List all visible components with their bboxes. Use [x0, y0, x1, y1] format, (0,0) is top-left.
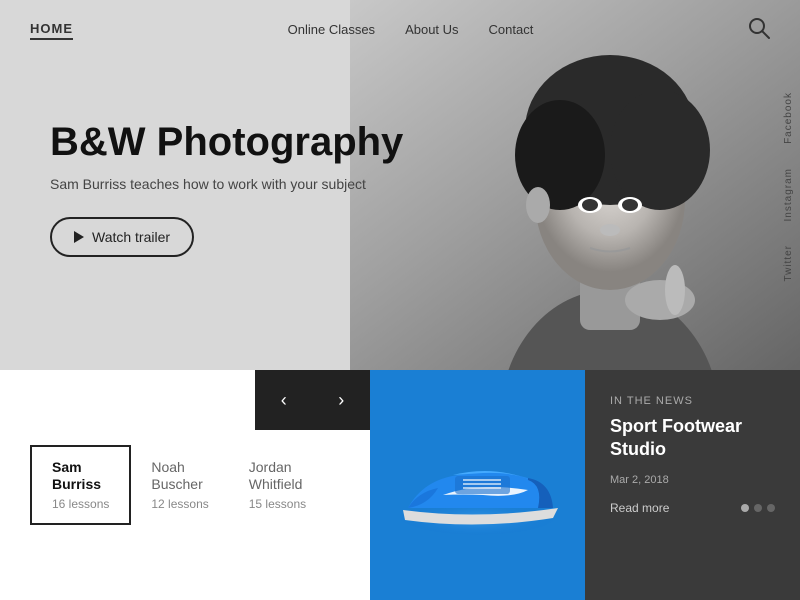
- search-icon[interactable]: [748, 17, 770, 44]
- dot-3[interactable]: [767, 504, 775, 512]
- instructor-name-2: JordanWhitfield: [249, 459, 306, 493]
- watch-trailer-label: Watch trailer: [92, 229, 170, 245]
- product-panel: [370, 370, 585, 600]
- instructor-lessons-1: 12 lessons: [151, 497, 208, 511]
- nav-contact[interactable]: Contact: [489, 22, 534, 37]
- bottom-section: SamBurriss 16 lessons NoahBuscher 12 les…: [0, 370, 800, 600]
- hero-title: B&W Photography: [50, 120, 403, 164]
- news-date: Mar 2, 2018: [610, 474, 775, 486]
- shoe-image: [383, 430, 573, 540]
- hero-subtitle: Sam Burriss teaches how to work with you…: [50, 176, 403, 192]
- news-footer: Read more: [610, 501, 775, 515]
- carousel-nav: ‹ ›: [255, 370, 370, 430]
- instructor-name-1: NoahBuscher: [151, 459, 208, 493]
- instructor-lessons-0: 16 lessons: [52, 497, 109, 511]
- nav-online-classes[interactable]: Online Classes: [288, 22, 375, 37]
- instructor-item-0[interactable]: SamBurriss 16 lessons: [30, 445, 131, 525]
- watch-trailer-button[interactable]: Watch trailer: [50, 217, 194, 257]
- instructor-lessons-2: 15 lessons: [249, 497, 306, 511]
- nav-about-us[interactable]: About Us: [405, 22, 458, 37]
- main-nav: Online Classes About Us Contact: [288, 21, 534, 39]
- instagram-link[interactable]: Instagram: [777, 156, 800, 233]
- play-icon: [74, 231, 84, 243]
- header: HOME Online Classes About Us Contact: [0, 0, 800, 60]
- read-more-link[interactable]: Read more: [610, 501, 669, 515]
- twitter-link[interactable]: Twitter: [777, 233, 800, 293]
- instructor-name-0: SamBurriss: [52, 459, 109, 493]
- facebook-link[interactable]: Facebook: [777, 80, 800, 156]
- logo[interactable]: HOME: [30, 21, 73, 40]
- next-arrow-button[interactable]: ›: [323, 380, 359, 421]
- dot-1[interactable]: [741, 504, 749, 512]
- news-label: In The News: [610, 395, 775, 407]
- instructor-item-2[interactable]: JordanWhitfield 15 lessons: [229, 447, 326, 523]
- instructor-item-1[interactable]: NoahBuscher 12 lessons: [131, 447, 228, 523]
- news-panel: In The News Sport Footwear Studio Mar 2,…: [585, 370, 800, 600]
- hero-content: B&W Photography Sam Burriss teaches how …: [50, 120, 403, 257]
- prev-arrow-button[interactable]: ‹: [266, 380, 302, 421]
- social-sidebar: Facebook Instagram Twitter: [777, 80, 800, 294]
- carousel-dots: [741, 504, 775, 512]
- dot-2[interactable]: [754, 504, 762, 512]
- news-title: Sport Footwear Studio: [610, 415, 775, 462]
